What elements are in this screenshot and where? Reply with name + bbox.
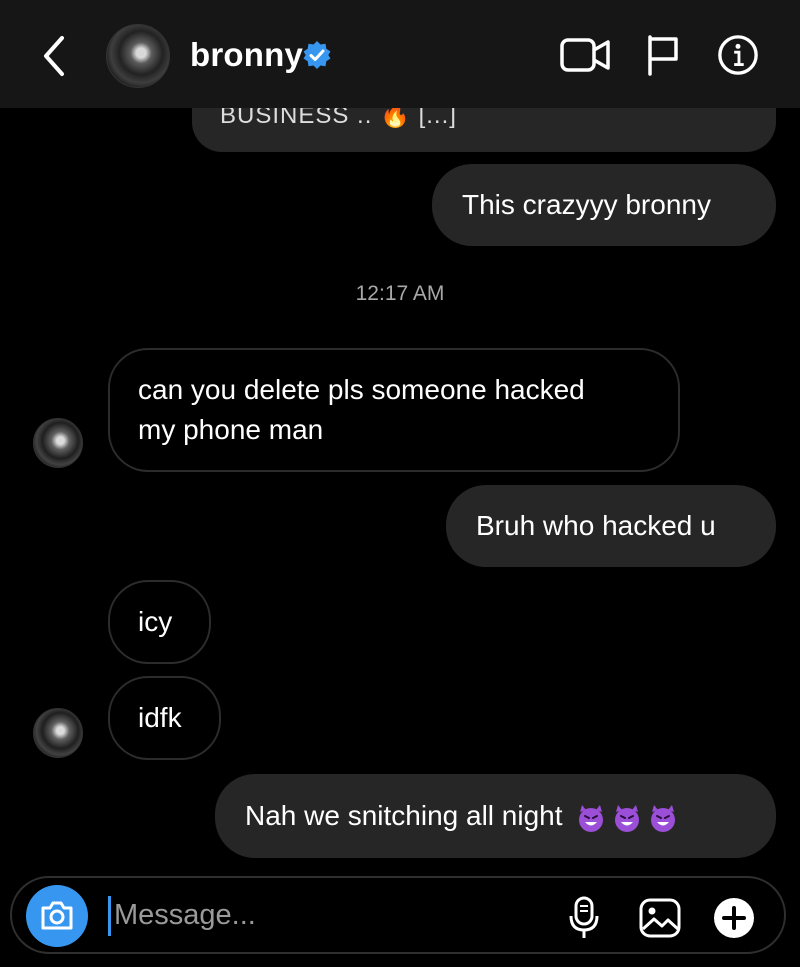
- received-message-bubble[interactable]: icy: [108, 580, 211, 664]
- sender-avatar[interactable]: [33, 418, 83, 468]
- camera-icon: [41, 901, 73, 930]
- message-input[interactable]: [114, 892, 514, 938]
- received-message-bubble[interactable]: can you delete pls someone hacked my pho…: [108, 348, 680, 472]
- header-avatar[interactable]: [106, 24, 170, 88]
- chat-header: bronny: [0, 0, 800, 108]
- message-composer: [10, 876, 786, 954]
- received-message-bubble[interactable]: idfk: [108, 676, 221, 760]
- text-cursor: [108, 896, 111, 936]
- smiling-devil-emoji-icon: [579, 804, 604, 832]
- video-call-icon[interactable]: [560, 34, 612, 76]
- message-text-line-2: my phone man: [138, 414, 324, 445]
- message-text: icy: [138, 606, 173, 637]
- header-username[interactable]: bronny: [190, 36, 303, 74]
- message-text: idfk: [138, 702, 182, 733]
- back-icon[interactable]: [38, 34, 70, 78]
- sender-avatar[interactable]: [33, 708, 83, 758]
- camera-button[interactable]: [26, 885, 88, 947]
- mic-icon[interactable]: [567, 896, 601, 940]
- flag-icon[interactable]: [646, 34, 680, 76]
- sent-message-bubble[interactable]: Nah we snitching all night: [215, 774, 776, 858]
- message-timestamp: 12:17 AM: [355, 282, 445, 305]
- smiling-devil-emoji-icon: [651, 804, 676, 832]
- message-text: Nah we snitching all night: [245, 800, 563, 831]
- plus-icon[interactable]: [712, 896, 756, 940]
- gallery-icon[interactable]: [638, 896, 682, 940]
- message-text-line-1: can you delete pls someone hacked: [138, 374, 585, 405]
- message-text: Bruh who hacked u: [476, 510, 716, 541]
- info-icon[interactable]: [716, 34, 760, 76]
- message-text: This crazyyy bronny: [462, 189, 711, 220]
- sent-message-bubble[interactable]: Bruh who hacked u: [446, 485, 776, 567]
- sent-message-bubble[interactable]: This crazyyy bronny: [432, 164, 776, 246]
- smiling-devil-emoji-icon: [615, 804, 640, 832]
- verified-icon: [303, 41, 331, 69]
